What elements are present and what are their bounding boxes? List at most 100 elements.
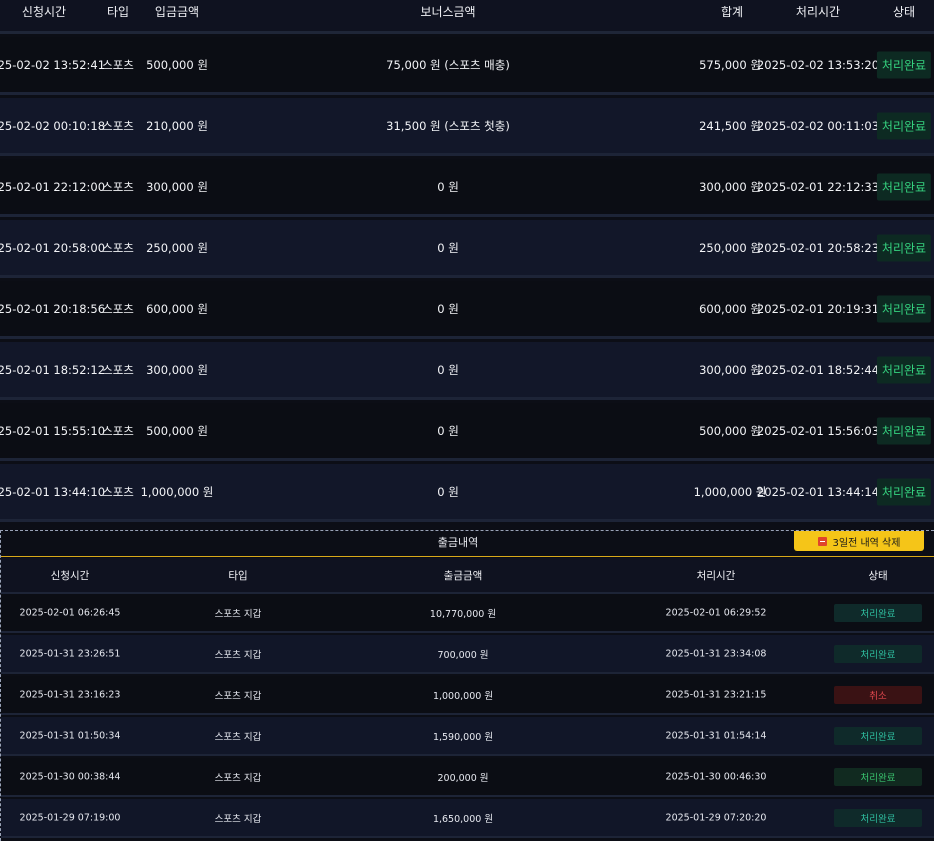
deposit-amount-cell: 210,000 원 [146,118,208,133]
table-row: 2025-02-01 18:52:12스포츠 300,000 원 0 원 300,00… [0,342,934,400]
table-row: 2025-02-01 20:18:56스포츠 600,000 원 0 원 600,00… [0,281,934,339]
total-amount-cell: 300,000 원 [699,362,761,377]
processed-time-cell: 2025-02-01 18:52:44 [756,362,880,377]
status-badge: 처리완료 [876,112,932,139]
bonus-amount-cell: 0 원 [437,240,459,255]
processed-time-cell: 2025-02-02 00:11:03 [756,118,880,133]
request-time-cell: 2025-02-01 18:52:12 [0,362,106,377]
type-cell: 스포츠 지갑 [214,813,262,825]
deposit-amount-cell: 500,000 원 [146,57,208,72]
request-time-cell: 2025-02-01 22:12:00 [0,179,106,194]
request-time-cell: 2025-02-02 00:10:18 [0,118,106,133]
total-amount-cell: 500,000 원 [699,423,761,438]
table-row: 2025-01-29 07:19:00 스포츠 지갑 1,650,000 원 2025… [1,799,934,838]
withdraw-title-bar: 출금내역 3일전 내역 삭제 [1,531,934,557]
processed-time-cell: 2025-02-01 20:58:23 [756,240,880,255]
table-row: 2025-01-31 23:26:51 스포츠 지갑 700,000 원 2025-0… [1,635,934,674]
withdraw-table-header: 신청시간 타입 출금금액 처리시간 상태 [1,558,934,594]
processed-time-cell: 2025-02-01 15:56:03 [756,423,880,438]
bonus-amount-cell: 0 원 [437,362,459,377]
total-amount-cell: 1,000,000 원 [693,484,767,499]
processed-time-cell: 2025-02-01 06:29:52 [665,607,767,618]
processed-time-cell: 2025-02-02 13:53:20 [756,57,880,72]
processed-time-cell: 2025-02-01 13:44:14 [756,484,880,499]
deposit-amount-cell: 250,000 원 [146,240,208,255]
processed-time-cell: 2025-01-31 23:34:08 [665,648,767,659]
table-row: 2025-01-31 23:16:23 스포츠 지갑 1,000,000 원 2025… [1,676,934,715]
request-time-cell: 2025-02-01 20:18:56 [0,301,106,316]
bonus-amount-cell: 0 원 [437,484,459,499]
request-time-cell: 2025-02-01 13:44:10 [0,484,106,499]
withdraw-title: 출금내역 [437,536,479,549]
type-cell: 스포츠 [102,301,134,316]
type-cell: 스포츠 [102,118,134,133]
column-header-type: 타입 [106,5,130,19]
processed-time-cell: 2025-01-31 23:21:15 [665,689,767,700]
delete-old-history-button[interactable]: 3일전 내역 삭제 [794,531,924,551]
status-badge: 취소 [834,685,922,704]
processed-time-cell: 2025-01-29 07:20:20 [665,812,767,823]
withdraw-amount-cell: 10,770,000 원 [429,608,497,620]
status-badge: 처리완료 [876,356,932,383]
processed-time-cell: 2025-02-01 22:12:33 [756,179,880,194]
withdraw-amount-cell: 700,000 원 [437,649,489,661]
request-time-cell: 2025-02-02 13:52:41 [0,57,106,72]
delete-old-history-label: 3일전 내역 삭제 [832,537,901,549]
table-row: 2025-01-31 01:50:34 스포츠 지갑 1,590,000 원 2025… [1,717,934,756]
withdraw-history-section: 출금내역 3일전 내역 삭제 신청시간 타입 출금금액 처리시간 상태 2025… [0,530,934,841]
type-cell: 스포츠 [102,362,134,377]
type-cell: 스포츠 [102,179,134,194]
type-cell: 스포츠 지갑 [214,649,262,661]
table-row: 2025-02-01 22:12:00스포츠 300,000 원 0 원 300,00… [0,159,934,217]
status-badge: 처리완료 [876,51,932,78]
bonus-amount-cell: 75,000 원 (스포츠 매충) [386,57,510,72]
total-amount-cell: 600,000 원 [699,301,761,316]
deposit-table-header: 신청시간 타입 입금금액 보너스금액 합계 처리시간 상태 [0,0,934,34]
status-badge: 처리완료 [876,478,932,505]
type-cell: 스포츠 [102,57,134,72]
request-time-cell: 2025-01-30 00:38:44 [19,771,121,782]
column-header-bonus-amount: 보너스금액 [420,5,476,19]
table-row: 2025-02-01 20:58:00스포츠 250,000 원 0 원 250,00… [0,220,934,278]
deposit-amount-cell: 600,000 원 [146,301,208,316]
status-badge: 처리완료 [834,808,922,827]
processed-time-cell: 2025-02-01 20:19:31 [756,301,880,316]
type-cell: 스포츠 지갑 [214,608,262,620]
type-cell: 스포츠 [102,423,134,438]
table-row: 2025-02-01 15:55:10스포츠 500,000 원 0 원 500,00… [0,403,934,461]
column-header-withdraw-amount: 출금금액 [443,570,483,582]
status-badge: 처리완료 [876,417,932,444]
total-amount-cell: 300,000 원 [699,179,761,194]
status-badge: 처리완료 [876,295,932,322]
bonus-amount-cell: 0 원 [437,423,459,438]
table-row: 2025-02-02 00:10:18스포츠 210,000 원 31,500 원 … [0,98,934,156]
column-header-total: 합계 [720,5,744,19]
table-row: 2025-01-30 00:38:44 스포츠 지갑 200,000 원 2025-0… [1,758,934,797]
request-time-cell: 2025-01-31 23:16:23 [19,689,121,700]
column-header-processed-time: 처리시간 [795,5,841,19]
column-header-status: 상태 [868,570,888,582]
column-header-deposit-amount: 입금금액 [154,5,200,19]
deposit-amount-cell: 1,000,000 원 [140,484,214,499]
column-header-type: 타입 [228,570,248,582]
request-time-cell: 2025-02-01 06:26:45 [19,607,121,618]
request-time-cell: 2025-02-01 20:58:00 [0,240,106,255]
deposit-amount-cell: 300,000 원 [146,362,208,377]
column-header-processed-time: 처리시간 [696,570,736,582]
type-cell: 스포츠 지갑 [214,772,262,784]
column-header-request-time: 신청시간 [50,570,90,582]
delete-icon [817,536,827,546]
column-header-status: 상태 [892,5,916,19]
processed-time-cell: 2025-01-30 00:46:30 [665,771,767,782]
table-row: 2025-02-02 13:52:41스포츠 500,000 원 75,000 원 … [0,37,934,95]
status-badge: 처리완료 [876,173,932,200]
status-badge: 처리완료 [834,767,922,786]
type-cell: 스포츠 [102,484,134,499]
total-amount-cell: 241,500 원 [699,118,761,133]
column-header-request-time: 신청시간 [21,5,67,19]
status-badge: 처리완료 [834,603,922,622]
deposit-amount-cell: 500,000 원 [146,423,208,438]
total-amount-cell: 575,000 원 [699,57,761,72]
withdraw-amount-cell: 1,650,000 원 [432,813,494,825]
total-amount-cell: 250,000 원 [699,240,761,255]
